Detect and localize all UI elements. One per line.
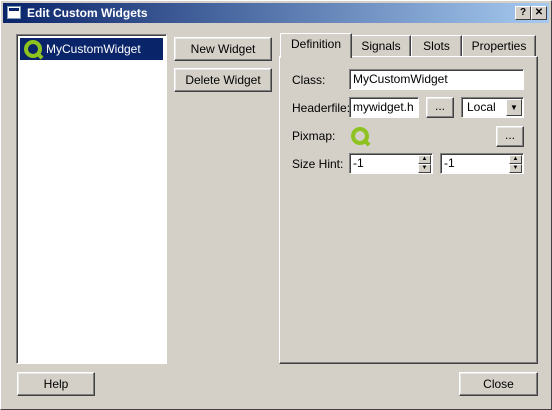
pixmap-preview-qt-icon (351, 127, 369, 145)
close-button-label: Close (483, 377, 514, 391)
headerfile-label: Headerfile: (292, 101, 351, 115)
size-hint-label: Size Hint: (292, 157, 344, 171)
help-button-label: Help (43, 377, 69, 391)
tab-signals-label: Signals (361, 39, 401, 53)
tab-definition-label: Definition (290, 37, 342, 51)
pixmap-label: Pixmap: (292, 129, 336, 143)
headerfile-browse-label: ... (434, 99, 445, 113)
delete-widget-button-label: Delete Widget (185, 73, 261, 87)
size-hint-height-spinbox[interactable]: -1 ▲ ▼ (440, 153, 524, 174)
close-title-button[interactable]: ✕ (531, 6, 547, 20)
list-item-label: MyCustomWidget (46, 42, 141, 56)
include-scope-value: Local (467, 100, 496, 114)
list-item[interactable]: MyCustomWidget (20, 38, 163, 60)
title-bar[interactable]: Edit Custom Widgets ? ✕ (3, 3, 549, 23)
edit-custom-widgets-dialog: Edit Custom Widgets ? ✕ MyCustomWidget N… (0, 0, 552, 410)
widget-list[interactable]: MyCustomWidget (16, 34, 167, 364)
chevron-down-icon[interactable]: ▼ (506, 99, 522, 116)
size-hint-height-value: -1 (444, 156, 455, 170)
pixmap-browse-button[interactable]: ... (496, 126, 524, 147)
tab-slots-label: Slots (423, 39, 450, 53)
window-icon (7, 6, 21, 19)
tab-definition[interactable]: Definition (280, 33, 352, 58)
spin-up-icon[interactable]: ▲ (418, 155, 431, 164)
help-title-button[interactable]: ? (515, 6, 531, 20)
qt-logo-icon (24, 40, 42, 58)
headerfile-input[interactable]: mywidget.h (349, 97, 419, 118)
new-widget-button-label: New Widget (190, 42, 256, 56)
delete-widget-button[interactable]: Delete Widget (174, 68, 272, 92)
spin-up-icon[interactable]: ▲ (509, 155, 522, 164)
class-input[interactable]: MyCustomWidget (349, 69, 524, 90)
size-hint-width-spinbox[interactable]: -1 ▲ ▼ (349, 153, 433, 174)
pixmap-browse-label: ... (504, 128, 515, 142)
tab-properties[interactable]: Properties (462, 35, 536, 57)
spin-down-icon[interactable]: ▼ (509, 164, 522, 173)
tab-properties-label: Properties (471, 39, 527, 53)
include-scope-select[interactable]: Local ▼ (461, 97, 524, 118)
tab-signals[interactable]: Signals (351, 35, 411, 57)
new-widget-button[interactable]: New Widget (174, 37, 272, 61)
class-label: Class: (292, 73, 326, 87)
headerfile-browse-button[interactable]: ... (426, 97, 454, 118)
window-title: Edit Custom Widgets (27, 6, 148, 20)
close-button[interactable]: Close (459, 372, 538, 396)
help-button[interactable]: Help (17, 372, 95, 396)
size-hint-width-value: -1 (353, 156, 364, 170)
tab-slots[interactable]: Slots (411, 35, 462, 57)
spin-down-icon[interactable]: ▼ (418, 164, 431, 173)
